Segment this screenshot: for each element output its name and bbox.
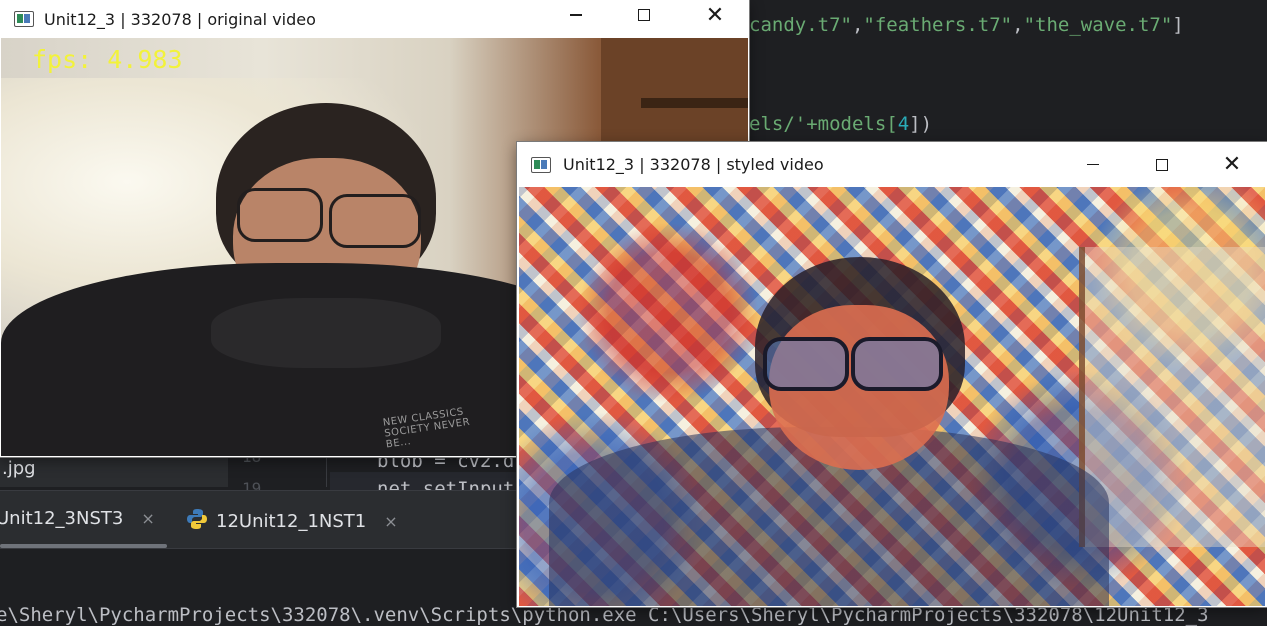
code-token: , xyxy=(851,14,864,36)
close-icon[interactable]: × xyxy=(141,509,154,528)
window-title: Unit12_3 | 332078 | styled video xyxy=(563,155,824,174)
hoodie-hood xyxy=(211,298,441,368)
run-tab-label: Unit12_3NST3 xyxy=(0,508,124,529)
run-tab-label: 12Unit12_1NST1 xyxy=(216,511,367,532)
code-token: els/'+models[ xyxy=(749,113,898,135)
title-bar[interactable]: Unit12_3 | 332078 | styled video ✕ xyxy=(517,142,1267,187)
code-token: candy.t7" xyxy=(749,14,852,36)
styled-video-frame xyxy=(519,187,1265,606)
fps-overlay: fps: 4.983 xyxy=(32,45,183,74)
styled-glasses-lens xyxy=(763,337,849,391)
code-token: 4 xyxy=(897,113,910,135)
run-tab-unit12-3nst3[interactable]: Unit12_3NST3 × xyxy=(0,508,155,529)
gutter-separator xyxy=(326,455,327,487)
run-tab-12unit12-1nst1[interactable]: 12Unit12_1NST1 × xyxy=(186,508,398,535)
glasses-lens xyxy=(329,194,421,248)
close-icon[interactable]: × xyxy=(384,512,397,531)
minimize-button[interactable] xyxy=(553,0,599,30)
styled-glasses-lens xyxy=(851,337,943,391)
code-token: "feathers.t7" xyxy=(863,14,1013,36)
window-title: Unit12_3 | 332078 | original video xyxy=(44,9,316,29)
opencv-window-icon xyxy=(14,11,34,27)
python-file-icon xyxy=(186,508,208,535)
minimize-button[interactable] xyxy=(1070,142,1116,187)
code-token: ]) xyxy=(909,113,933,135)
styled-video-window[interactable]: Unit12_3 | 332078 | styled video ✕ xyxy=(517,142,1267,607)
project-file-item[interactable]: .jpg xyxy=(2,458,36,479)
console-command-line: e\Sheryl\PycharmProjects\332078\.venv\Sc… xyxy=(0,604,1209,626)
close-button[interactable]: ✕ xyxy=(1209,142,1255,187)
line-gutter: 18 19 xyxy=(228,447,328,498)
maximize-button[interactable] xyxy=(1139,142,1185,187)
title-bar[interactable]: Unit12_3 | 332078 | original video ✕ xyxy=(0,0,749,38)
maximize-button[interactable] xyxy=(621,0,667,30)
code-line-model-path: els/'+models[4]) xyxy=(749,113,932,135)
close-button[interactable]: ✕ xyxy=(692,0,738,30)
opencv-window-icon xyxy=(531,156,551,173)
glasses-lens xyxy=(237,188,323,242)
code-line-models-list: candy.t7","feathers.t7","the_wave.t7"] xyxy=(749,14,1184,36)
code-token: ] xyxy=(1172,14,1184,36)
code-token: "the_wave.t7" xyxy=(1023,14,1173,36)
shelf-board xyxy=(641,98,748,108)
code-token: , xyxy=(1012,14,1024,36)
